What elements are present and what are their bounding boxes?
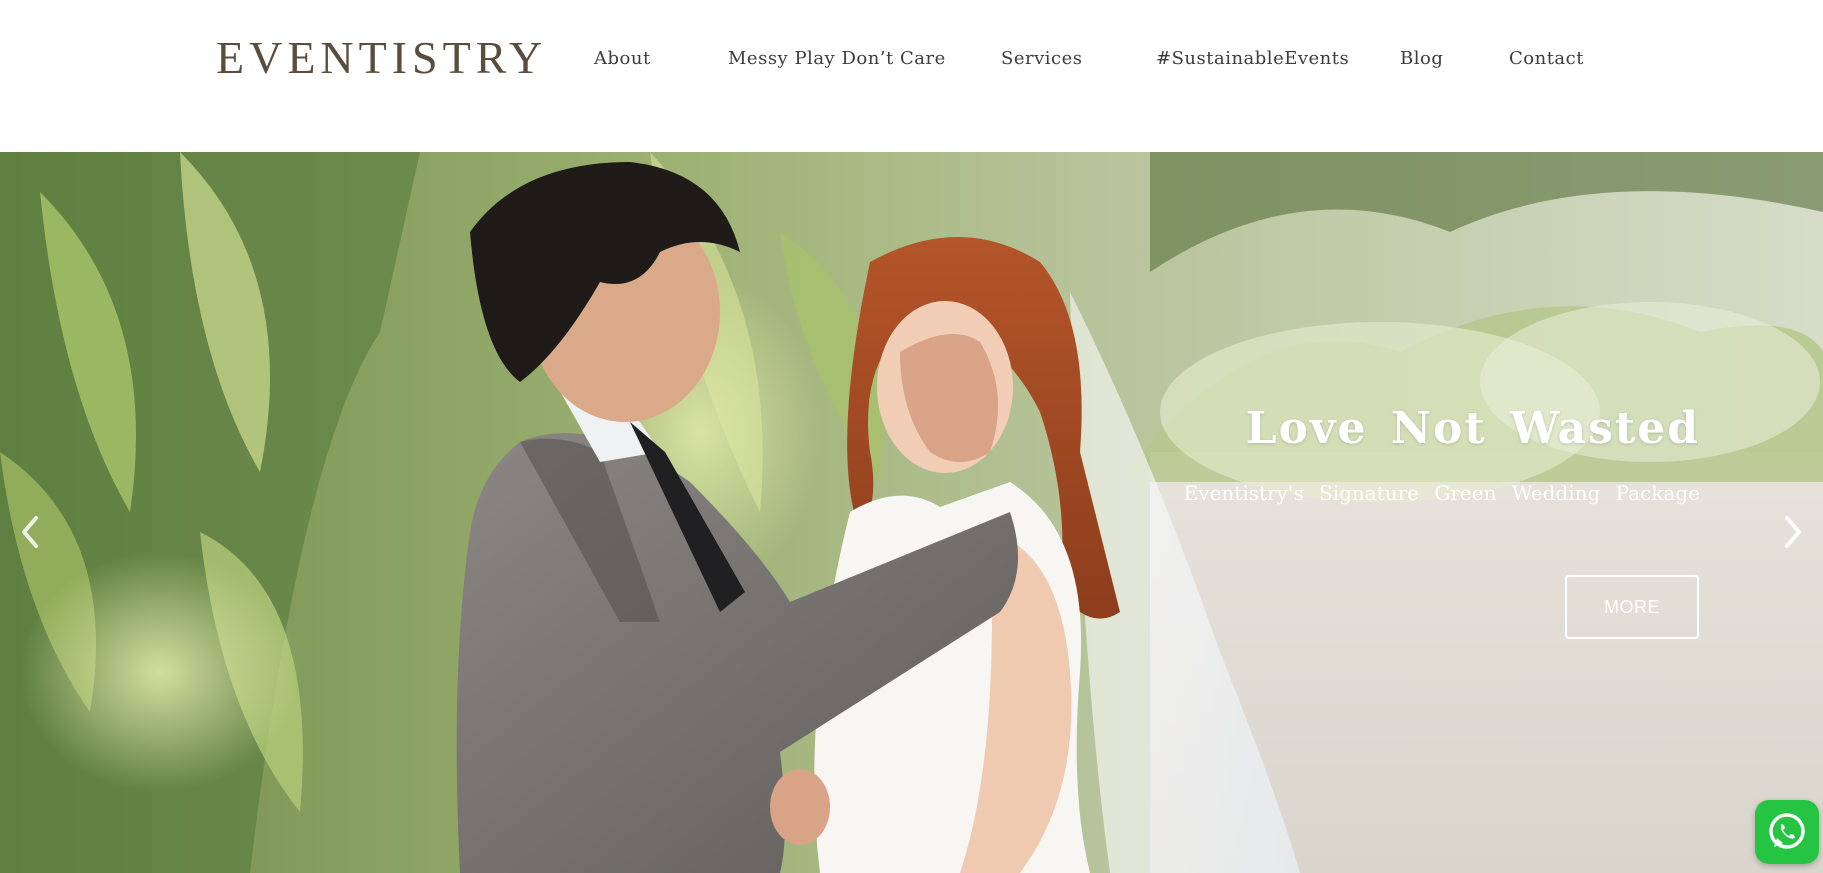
slider-next-button[interactable] — [1773, 507, 1813, 557]
chevron-right-icon — [1785, 516, 1801, 548]
chevron-left-icon — [22, 516, 38, 548]
hero-photo — [0, 152, 1823, 873]
nav-item-messy-play[interactable]: Messy Play Don’t Care — [728, 44, 946, 74]
nav-item-contact[interactable]: Contact — [1509, 44, 1584, 74]
whatsapp-icon — [1769, 813, 1805, 849]
hero-subtitle: Eventistry's Signature Green Wedding Pac… — [1183, 481, 1700, 505]
hero-title: Love Not Wasted — [1245, 403, 1700, 454]
nav-item-blog[interactable]: Blog — [1400, 44, 1443, 74]
nav-item-services[interactable]: Services — [1001, 44, 1082, 74]
hero-caption: Love Not Wasted Eventistry's Signature G… — [1184, 400, 1700, 506]
slider-prev-button[interactable] — [10, 507, 50, 557]
whatsapp-button[interactable] — [1755, 800, 1819, 864]
site-header: EVENTISTRY About Messy Play Don’t Care S… — [0, 0, 1823, 152]
main-nav: About Messy Play Don’t Care Services #Su… — [0, 44, 1823, 74]
hero-slider: Love Not Wasted Eventistry's Signature G… — [0, 152, 1823, 873]
more-button[interactable]: MORE — [1565, 575, 1699, 639]
nav-item-about[interactable]: About — [594, 44, 651, 74]
nav-item-sustainable-events[interactable]: #SustainableEvents — [1156, 44, 1349, 74]
